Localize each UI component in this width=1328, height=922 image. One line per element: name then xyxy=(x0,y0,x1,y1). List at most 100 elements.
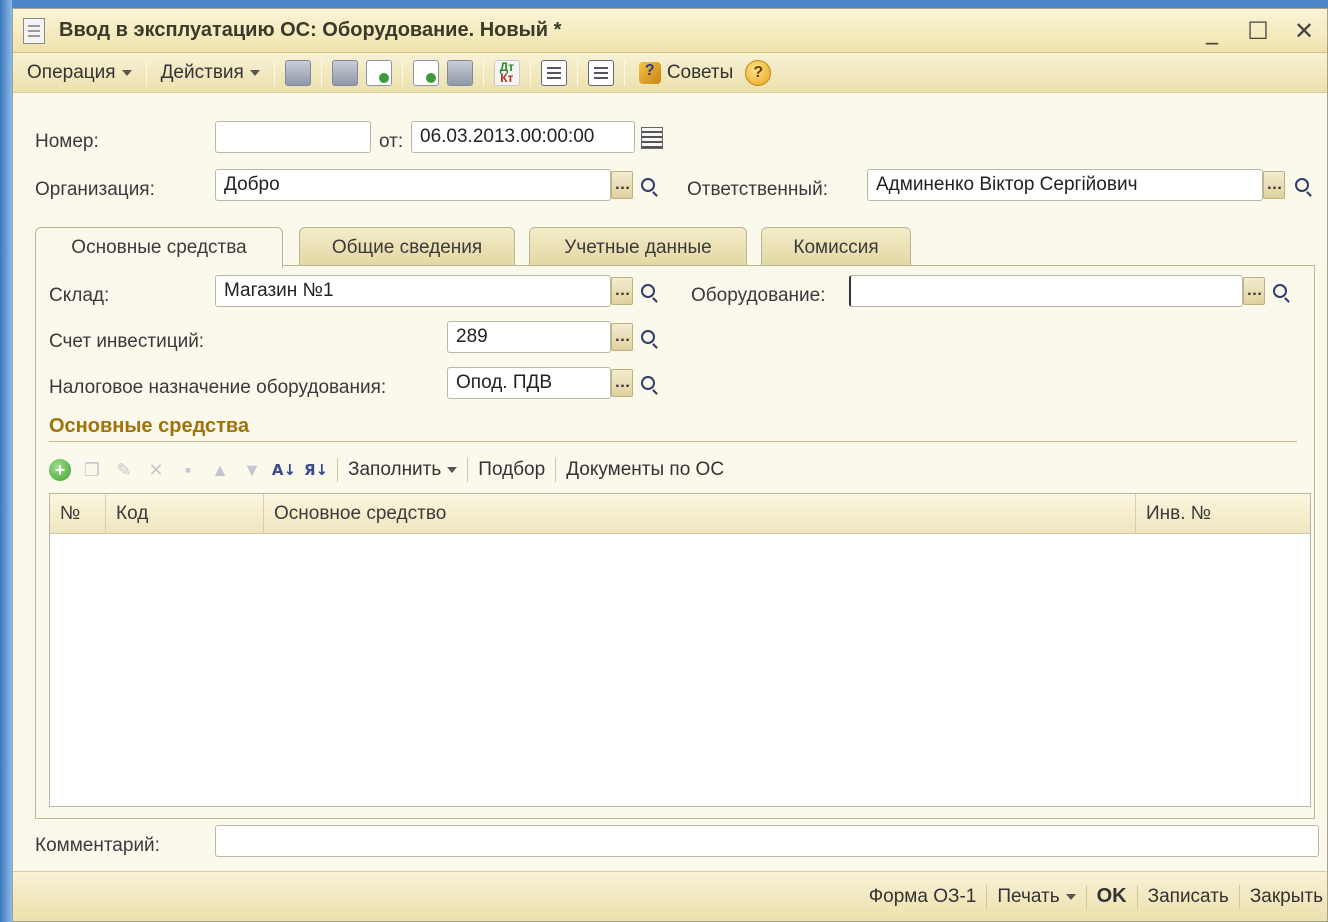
table-view-icon[interactable] xyxy=(587,59,614,86)
equipment-open-button[interactable] xyxy=(1269,277,1291,305)
command-bar: Операция Действия Дт Кт Советы ? xyxy=(13,53,1327,93)
date-from-label: от: xyxy=(379,131,404,152)
toolbar-separator xyxy=(467,458,469,482)
toolbar-separator xyxy=(623,59,625,86)
maximize-button[interactable]: ☐ xyxy=(1245,17,1271,45)
form-oz1-button[interactable]: Форма ОЗ-1 xyxy=(869,886,977,908)
ok-button[interactable]: OK xyxy=(1097,885,1127,908)
toolbar-separator xyxy=(1238,884,1240,909)
toolbar-separator xyxy=(145,59,147,86)
investment-account-open-button[interactable] xyxy=(637,323,659,351)
operation-menu[interactable]: Операция xyxy=(23,62,136,84)
title-bar[interactable]: Ввод в эксплуатацию ОС: Оборудование. Но… xyxy=(13,9,1327,53)
fixed-assets-table[interactable]: № Код Основное средство Инв. № xyxy=(49,493,1311,807)
fill-menu[interactable]: Заполнить xyxy=(348,459,458,481)
warehouse-field[interactable]: Магазин №1 xyxy=(215,275,611,307)
document-window: Ввод в эксплуатацию ОС: Оборудование. Но… xyxy=(12,8,1328,922)
add-row-icon[interactable]: + xyxy=(49,459,71,481)
tab-accounting-data[interactable]: Учетные данные xyxy=(529,227,747,267)
calendar-icon[interactable] xyxy=(641,127,663,149)
comment-label: Комментарий: xyxy=(35,835,160,856)
warehouse-select-button[interactable]: … xyxy=(611,277,633,305)
actions-menu-label: Действия xyxy=(160,61,244,83)
number-field[interactable] xyxy=(215,121,371,153)
actions-menu[interactable]: Действия xyxy=(157,62,264,84)
warehouse-open-button[interactable] xyxy=(637,277,659,305)
print-menu[interactable]: Печать xyxy=(997,885,1076,908)
toolbar-separator xyxy=(320,59,322,86)
organization-label: Организация: xyxy=(35,179,155,200)
edit-row-icon[interactable]: ✎ xyxy=(113,459,135,481)
register-movements-icon[interactable] xyxy=(540,59,567,86)
tax-purpose-label: Налоговое назначение оборудования: xyxy=(49,377,387,398)
organization-open-button[interactable] xyxy=(637,171,659,199)
post-icon[interactable] xyxy=(331,59,358,86)
tax-purpose-select-button[interactable]: … xyxy=(611,369,633,397)
column-inventory-number[interactable]: Инв. № xyxy=(1136,494,1310,533)
responsible-field[interactable]: Админенко Віктор Сергійович xyxy=(867,169,1263,201)
toolbar-separator xyxy=(1085,884,1087,909)
tax-purpose-field[interactable]: Опод. ПДВ xyxy=(447,367,611,399)
responsible-select-button[interactable]: … xyxy=(1263,171,1285,199)
window-title: Ввод в эксплуатацию ОС: Оборудование. Но… xyxy=(59,19,562,41)
chevron-down-icon xyxy=(121,69,132,76)
help-icon[interactable]: ? xyxy=(745,59,772,86)
move-down-icon[interactable]: ▼ xyxy=(241,459,263,481)
investment-account-select-button[interactable]: … xyxy=(611,323,633,351)
close-form-button[interactable]: Закрыть xyxy=(1250,886,1323,908)
close-button[interactable]: ✕ xyxy=(1291,17,1317,45)
dt-kt-icon[interactable]: Дт Кт xyxy=(493,59,520,86)
refresh-document-icon[interactable] xyxy=(365,59,392,86)
chevron-down-icon xyxy=(447,467,458,473)
number-label: Номер: xyxy=(35,131,99,152)
tips-label: Советы xyxy=(666,61,734,83)
investment-account-label: Счет инвестиций: xyxy=(49,331,205,352)
save-button[interactable]: Записать xyxy=(1148,886,1229,908)
column-number[interactable]: № xyxy=(50,494,106,533)
responsible-label: Ответственный: xyxy=(687,179,828,200)
delete-row-icon[interactable]: ✕ xyxy=(145,459,167,481)
tips-button[interactable]: Советы xyxy=(638,61,734,84)
copy-row-icon[interactable]: ❐ xyxy=(81,459,103,481)
toolbar-separator xyxy=(576,59,578,86)
toolbar-separator xyxy=(401,59,403,86)
tax-purpose-open-button[interactable] xyxy=(637,369,659,397)
investment-account-field[interactable]: 289 xyxy=(447,321,611,353)
documents-button[interactable]: Документы по ОС xyxy=(566,459,724,481)
organization-select-button[interactable]: … xyxy=(611,171,633,199)
chevron-down-icon xyxy=(1065,893,1076,900)
search-icon xyxy=(641,284,655,298)
chevron-down-icon xyxy=(249,69,260,76)
create-based-on-icon[interactable] xyxy=(412,59,439,86)
sort-descending-icon[interactable]: Я↓ xyxy=(304,459,328,481)
date-field[interactable]: 06.03.2013.00:00:00 xyxy=(411,121,635,153)
minimize-button[interactable]: _ xyxy=(1199,17,1225,45)
selection-button[interactable]: Подбор xyxy=(478,459,545,481)
toolbar-separator xyxy=(273,59,275,86)
toolbar-separator xyxy=(555,458,557,482)
tab-general-info[interactable]: Общие сведения xyxy=(299,227,515,267)
post-and-close-icon[interactable] xyxy=(284,59,311,86)
tab-commission[interactable]: Комиссия xyxy=(761,227,911,267)
print-menu-label: Печать xyxy=(997,885,1060,907)
move-up-icon[interactable]: ▲ xyxy=(209,459,231,481)
toolbar-separator xyxy=(1136,884,1138,909)
document-icon xyxy=(23,17,45,44)
toolbar-separator xyxy=(529,59,531,86)
column-fixed-asset[interactable]: Основное средство xyxy=(264,494,1136,533)
sort-ascending-icon[interactable]: A↓ xyxy=(272,459,296,481)
equipment-select-button[interactable]: … xyxy=(1243,277,1265,305)
fill-menu-label: Заполнить xyxy=(348,459,442,480)
comment-field[interactable] xyxy=(215,825,1319,857)
fixed-assets-section-title: Основные средства xyxy=(49,415,250,437)
organization-field[interactable]: Добро xyxy=(215,169,611,201)
equipment-field[interactable] xyxy=(849,275,1243,307)
column-code[interactable]: Код xyxy=(106,494,264,533)
end-edit-icon[interactable]: ▪ xyxy=(177,459,199,481)
tab-fixed-assets[interactable]: Основные средства xyxy=(35,227,283,268)
structure-icon[interactable] xyxy=(446,59,473,86)
responsible-open-button[interactable] xyxy=(1291,171,1313,199)
table-header: № Код Основное средство Инв. № xyxy=(50,494,1310,534)
tab-bar: Основные средства Общие сведения Учетные… xyxy=(35,227,1315,268)
search-icon xyxy=(1273,284,1287,298)
